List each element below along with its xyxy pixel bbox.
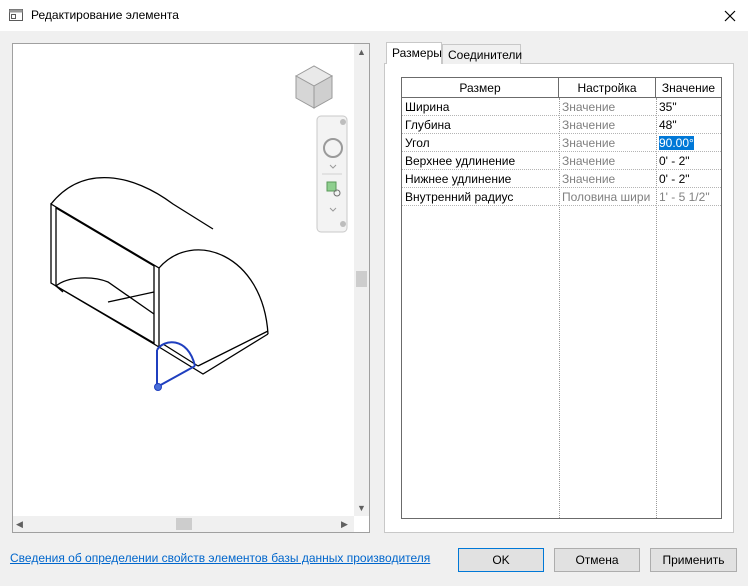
vertical-scroll-thumb[interactable] [356, 271, 367, 287]
scroll-up-icon[interactable]: ▲ [357, 47, 366, 57]
row-value-cell[interactable]: 35" [656, 98, 721, 116]
column-header-size[interactable]: Размер [402, 78, 559, 98]
properties-grid: Размер Настройка Значение Ширина Значение… [401, 77, 722, 519]
row-value-cell[interactable]: 48" [656, 116, 721, 134]
row-name-cell[interactable]: Нижнее удлинение [402, 170, 559, 188]
row-setting-cell[interactable]: Значение [559, 134, 656, 152]
row-setting-cell[interactable]: Половина шири [559, 188, 656, 206]
row-value-cell[interactable]: 0' - 2" [656, 152, 721, 170]
row-name-cell[interactable]: Ширина [402, 98, 559, 116]
row-value-cell[interactable]: 90.00° [656, 134, 721, 152]
close-button[interactable] [712, 0, 748, 31]
row-setting-cell[interactable]: Значение [559, 170, 656, 188]
duct-preview-drawing [50, 65, 348, 391]
row-value-cell[interactable]: 0' - 2" [656, 170, 721, 188]
app-icon [9, 8, 23, 22]
row-name-cell[interactable]: Внутренний радиус [402, 188, 559, 206]
column-header-value[interactable]: Значение [656, 78, 721, 98]
row-name-cell[interactable]: Угол [402, 134, 559, 152]
row-setting-cell[interactable]: Значение [559, 98, 656, 116]
apply-button[interactable]: Применить [650, 548, 737, 572]
scroll-left-icon[interactable]: ◀ [16, 519, 23, 530]
scroll-down-icon[interactable]: ▼ [357, 503, 366, 513]
manufacturer-info-link[interactable]: Сведения об определении свойств элементо… [10, 551, 430, 565]
row-setting-cell[interactable]: Значение [559, 152, 656, 170]
view-cube-icon [294, 65, 334, 109]
tab-connectors[interactable]: Соединители [442, 44, 522, 64]
row-value-cell[interactable]: 1' - 5 1/2" [656, 188, 721, 206]
close-icon [724, 10, 736, 21]
ok-button[interactable]: OK [458, 548, 544, 572]
window-title: Редактирование элемента [31, 8, 179, 22]
tab-dimensions[interactable]: Размеры [386, 42, 442, 64]
title-bar: Редактирование элемента [0, 0, 748, 31]
navigation-bar [316, 115, 348, 233]
row-name-cell[interactable]: Верхнее удлинение [402, 152, 559, 170]
row-name-cell[interactable]: Глубина [402, 116, 559, 134]
scroll-right-icon[interactable]: ▶ [341, 519, 348, 530]
row-setting-cell[interactable]: Значение [559, 116, 656, 134]
cancel-button[interactable]: Отмена [554, 548, 640, 572]
column-header-setting[interactable]: Настройка [559, 78, 656, 98]
selected-value-text[interactable]: 90.00° [659, 136, 694, 150]
horizontal-scroll-thumb[interactable] [176, 518, 192, 530]
